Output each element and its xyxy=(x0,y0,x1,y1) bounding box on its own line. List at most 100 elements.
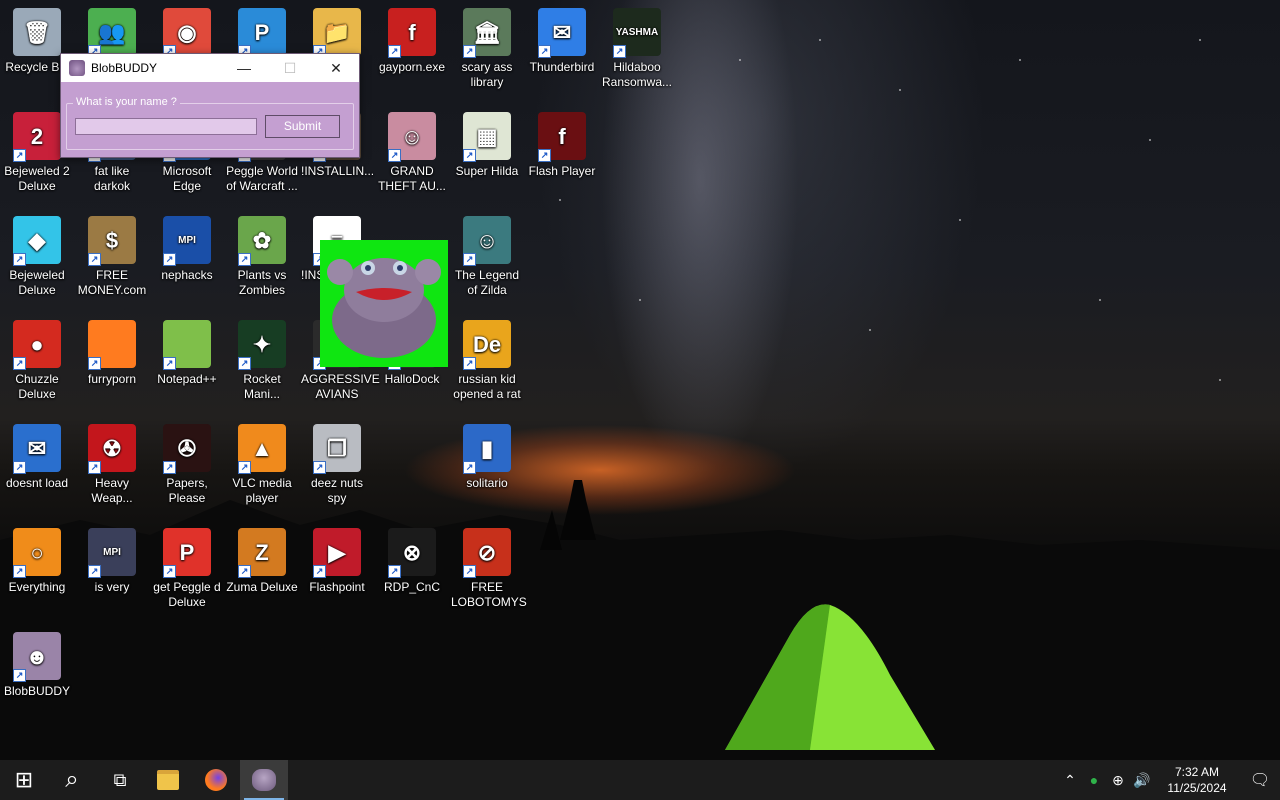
desktop-icon-rocket-mani[interactable]: ✦ ↗ Rocket Mani... xyxy=(225,312,299,402)
shortcut-arrow-icon: ↗ xyxy=(538,45,551,58)
desktop-icon-flashpoint[interactable]: ▶ ↗ Flashpoint xyxy=(300,520,374,595)
network-icon[interactable]: ⊕ xyxy=(1106,772,1130,789)
desktop-icon-rdp-cnc[interactable]: ⊗ ↗ RDP_CnC xyxy=(375,520,449,595)
desktop-icon-the-legend-of-zilda[interactable]: ☺ ↗ The Legend of Zilda xyxy=(450,208,524,298)
search-button[interactable]: ⌕ xyxy=(48,760,96,800)
de-icon: De ↗ xyxy=(463,320,511,370)
desktop-icon-nephacks[interactable]: MPI ↗ nephacks xyxy=(150,208,224,283)
desktop-icon-blobbuddy[interactable]: ☻ ↗ BlobBUDDY xyxy=(0,624,74,699)
shortcut-arrow-icon: ↗ xyxy=(88,565,101,578)
hallodock-popup[interactable] xyxy=(320,240,448,367)
desktop-icon-bejeweled-deluxe[interactable]: ◆ ↗ Bejeweled Deluxe xyxy=(0,208,74,298)
desktop-icon-label: Bejeweled 2 Deluxe xyxy=(4,164,70,193)
desktop-icon-grand-theft-au[interactable]: ☺ ↗ GRAND THEFT AU... xyxy=(375,104,449,194)
submit-button[interactable]: Submit xyxy=(265,115,340,138)
desktop-icon-label: gayporn.exe xyxy=(378,60,446,74)
desktop-icon-flash-player[interactable]: f ↗ Flash Player xyxy=(525,104,599,179)
desktop-icon-label: Heavy Weap... xyxy=(91,476,133,505)
desktop-icon-is-very[interactable]: MPI ↗ is very xyxy=(75,520,149,595)
desktop-icon-chrome[interactable]: ◉ ↗ xyxy=(150,0,224,60)
desktop-icon-folder[interactable]: 📁 ↗ xyxy=(300,0,374,60)
blobbuddy-icon xyxy=(252,769,276,791)
desktop-icon-chuzzle-deluxe[interactable]: ● ↗ Chuzzle Deluxe xyxy=(0,312,74,402)
tray-user-icon[interactable]: ● xyxy=(1082,772,1106,788)
desktop-icon-label: FREE MONEY.com xyxy=(77,268,147,297)
desktop-icon-notepad[interactable]: ↗ Notepad++ xyxy=(150,312,224,387)
desktop-icon-label: AGGRESSIVE AVIANS xyxy=(301,372,380,401)
blob-character-image xyxy=(327,258,441,358)
windows-logo-icon: ⊞ xyxy=(14,767,34,792)
desktop-icon-label: Zuma Deluxe xyxy=(226,580,298,594)
chuzzle-icon: ● ↗ xyxy=(13,320,61,370)
desktop-icon-russian-kid-opened-a-rat[interactable]: De ↗ russian kid opened a rat xyxy=(450,312,524,402)
shortcut-arrow-icon: ↗ xyxy=(313,461,326,474)
dialog-title: BlobBUDDY xyxy=(91,61,158,75)
everything-search-icon: ○ ↗ xyxy=(13,528,61,578)
tray-chevron-icon[interactable]: ⌃ xyxy=(1058,772,1082,789)
copy-windows-icon: ❐ ↗ xyxy=(313,424,361,474)
desktop-icon-furryporn[interactable]: ↗ furryporn xyxy=(75,312,149,387)
desktop-icon-free-lobotomys[interactable]: ⊘ ↗ FREE LOBOTOMYS xyxy=(450,520,527,610)
firefox-icon xyxy=(205,769,227,791)
taskbar-file-explorer[interactable] xyxy=(144,760,192,800)
desktop-icon-zuma-deluxe[interactable]: Z ↗ Zuma Deluxe xyxy=(225,520,299,595)
desktop-icon-label: Bejeweled Deluxe xyxy=(9,268,65,297)
close-button[interactable]: ✕ xyxy=(313,54,359,82)
shortcut-arrow-icon: ↗ xyxy=(88,357,101,370)
desktop-icon-vlc-media-player[interactable]: ▲ ↗ VLC media player xyxy=(225,416,299,506)
shortcut-arrow-icon: ↗ xyxy=(13,357,26,370)
dialog-titlebar[interactable]: BlobBUDDY — ☐ ✕ xyxy=(61,54,359,82)
desktop-icon-deez-nuts-spy[interactable]: ❐ ↗ deez nuts spy xyxy=(300,416,374,506)
tent-image xyxy=(725,604,935,750)
minimize-button[interactable]: — xyxy=(221,54,267,82)
anime-girl-icon: ☺ ↗ xyxy=(388,112,436,162)
desktop-icon-free-money-com[interactable]: $ ↗ FREE MONEY.com xyxy=(75,208,149,298)
desktop-icon-heavy-weap[interactable]: ☢ ↗ Heavy Weap... xyxy=(75,416,149,506)
desktop-icon-doesnt-load[interactable]: ✉ ↗ doesnt load xyxy=(0,416,74,491)
shortcut-arrow-icon: ↗ xyxy=(163,357,176,370)
volume-icon[interactable]: 🔊 xyxy=(1130,772,1154,789)
rocket-mania-icon: ✦ ↗ xyxy=(238,320,286,370)
taskbar-blobbuddy[interactable] xyxy=(240,760,288,800)
desktop-icon-label: Papers, Please xyxy=(166,476,208,505)
desktop-icon-scary-ass-library[interactable]: 🏛 ↗ scary ass library xyxy=(450,0,524,90)
shortcut-arrow-icon: ↗ xyxy=(613,45,626,58)
desktop-icon-label: Flashpoint xyxy=(309,580,365,594)
desktop-icon-papers-please[interactable]: ✇ ↗ Papers, Please xyxy=(150,416,224,506)
shortcut-arrow-icon: ↗ xyxy=(463,45,476,58)
clock[interactable]: 7:32 AM 11/25/2024 xyxy=(1154,764,1240,796)
desktop-icon-label: is very xyxy=(94,580,130,594)
desktop-icon-messenger[interactable]: 👥 ↗ xyxy=(75,0,149,60)
desktop-icon-hildaboo-ransomwa[interactable]: YASHMA ↗ Hildaboo Ransomwa... xyxy=(600,0,674,90)
desktop-icon-solitario[interactable]: ▮ ↗ solitario xyxy=(450,416,524,491)
shortcut-arrow-icon: ↗ xyxy=(238,565,251,578)
desktop-icon-thunderbird[interactable]: ✉ ↗ Thunderbird xyxy=(525,0,599,75)
shortcut-arrow-icon: ↗ xyxy=(13,253,26,266)
desktop-icon-peggle[interactable]: P ↗ xyxy=(225,0,299,60)
flash-icon: f ↗ xyxy=(388,8,436,58)
desktop-icon-everything[interactable]: ○ ↗ Everything xyxy=(0,520,74,595)
library-icon: 🏛 ↗ xyxy=(463,8,511,58)
desktop-icon-label: Peggle World of Warcraft ... xyxy=(226,164,298,193)
desktop-icon-plants-vs-zombies[interactable]: ✿ ↗ Plants vs Zombies xyxy=(225,208,299,298)
blobbuddy-dialog: BlobBUDDY — ☐ ✕ What is your name ? Subm… xyxy=(60,53,360,158)
shortcut-arrow-icon: ↗ xyxy=(463,357,476,370)
task-view-button[interactable]: ⧉ xyxy=(96,760,144,800)
desktop-icon-label: Hildaboo Ransomwa... xyxy=(601,60,673,89)
desktop-icon-super-hilda[interactable]: ▦ ↗ Super Hilda xyxy=(450,104,524,179)
desktop-icon-label: Rocket Mani... xyxy=(243,372,281,401)
zuma-icon: Z ↗ xyxy=(238,528,286,578)
desktop-icon-get-peggle-d-deluxe[interactable]: P ↗ get Peggle d Deluxe xyxy=(150,520,224,610)
shortcut-arrow-icon: ↗ xyxy=(463,253,476,266)
money-bag-icon: $ ↗ xyxy=(88,216,136,266)
name-input[interactable] xyxy=(75,118,257,135)
desktop-icon-gayporn-exe[interactable]: f ↗ gayporn.exe xyxy=(375,0,449,75)
name-prompt-label: What is your name ? xyxy=(73,96,180,108)
desktop-icon-label: FREE LOBOTOMYS xyxy=(451,580,527,609)
search-icon: ⌕ xyxy=(65,766,79,793)
desktop-icon-label: Flash Player xyxy=(528,164,596,178)
start-button[interactable]: ⊞ xyxy=(0,760,48,800)
desktop-icon-label: Notepad++ xyxy=(157,372,217,386)
notifications-icon[interactable]: 🗨 xyxy=(1240,770,1280,790)
taskbar-firefox[interactable] xyxy=(192,760,240,800)
